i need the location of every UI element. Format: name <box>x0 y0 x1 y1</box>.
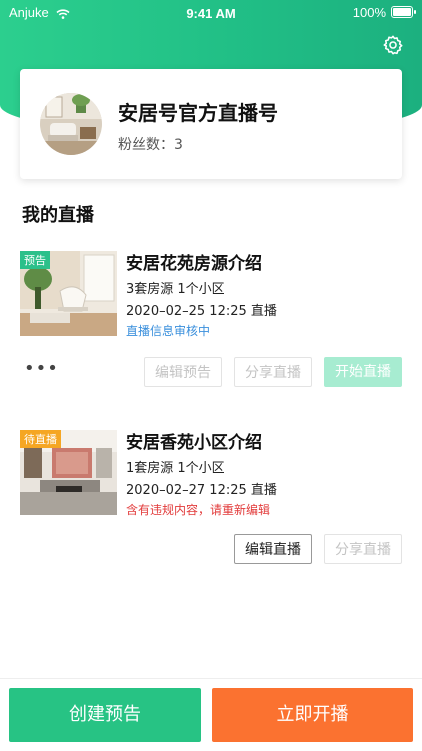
gear-icon[interactable] <box>382 34 404 56</box>
live-schedule: 2020–02–27 12:25 直播 <box>126 483 277 498</box>
waiting-tag: 待直播 <box>20 430 61 448</box>
live-listing-count: 3套房源 1个小区 <box>126 282 225 297</box>
live-schedule: 2020–02–25 12:25 直播 <box>126 304 277 319</box>
edit-live-button[interactable]: 编辑直播 <box>234 534 312 564</box>
profile-name: 安居号官方直播号 <box>118 101 278 125</box>
live-violation-status: 含有违规内容，请重新编辑 <box>126 503 271 517</box>
live-thumbnail[interactable]: 预告 <box>20 251 117 336</box>
status-bar: Anjuke 9:41 AM 100% <box>0 0 422 28</box>
profile-card: 安居号官方直播号 粉丝数：3 <box>20 69 402 179</box>
live-item: 待直播 安居香苑小区介绍 1套房源 1个小区 2020–02–27 12:25 … <box>20 430 402 570</box>
avatar-image <box>40 93 102 155</box>
go-live-button[interactable]: 立即开播 <box>212 688 413 742</box>
live-title[interactable]: 安居香苑小区介绍 <box>126 428 262 453</box>
edit-preview-button[interactable]: 编辑预告 <box>144 357 222 387</box>
live-thumbnail[interactable]: 待直播 <box>20 430 117 515</box>
bottom-action-bar: 创建预告 立即开播 <box>0 678 422 751</box>
preview-tag: 预告 <box>20 251 50 269</box>
share-live-button[interactable]: 分享直播 <box>324 534 402 564</box>
battery-percent: 100% <box>352 5 386 20</box>
avatar[interactable] <box>40 93 102 155</box>
live-review-status: 直播信息审核中 <box>126 324 211 338</box>
battery-icon <box>391 6 416 18</box>
section-title: 我的直播 <box>22 205 94 226</box>
fans-count: 粉丝数：3 <box>118 137 183 153</box>
start-live-button[interactable]: 开始直播 <box>324 357 402 387</box>
live-item: 预告 安居花苑房源介绍 3套房源 1个小区 2020–02–25 12:25 直… <box>20 251 402 391</box>
share-live-button[interactable]: 分享直播 <box>234 357 312 387</box>
live-title[interactable]: 安居花苑房源介绍 <box>126 249 262 274</box>
create-preview-button[interactable]: 创建预告 <box>9 688 201 742</box>
live-listing-count: 1套房源 1个小区 <box>126 461 225 476</box>
more-options-icon[interactable]: ••• <box>24 358 59 379</box>
